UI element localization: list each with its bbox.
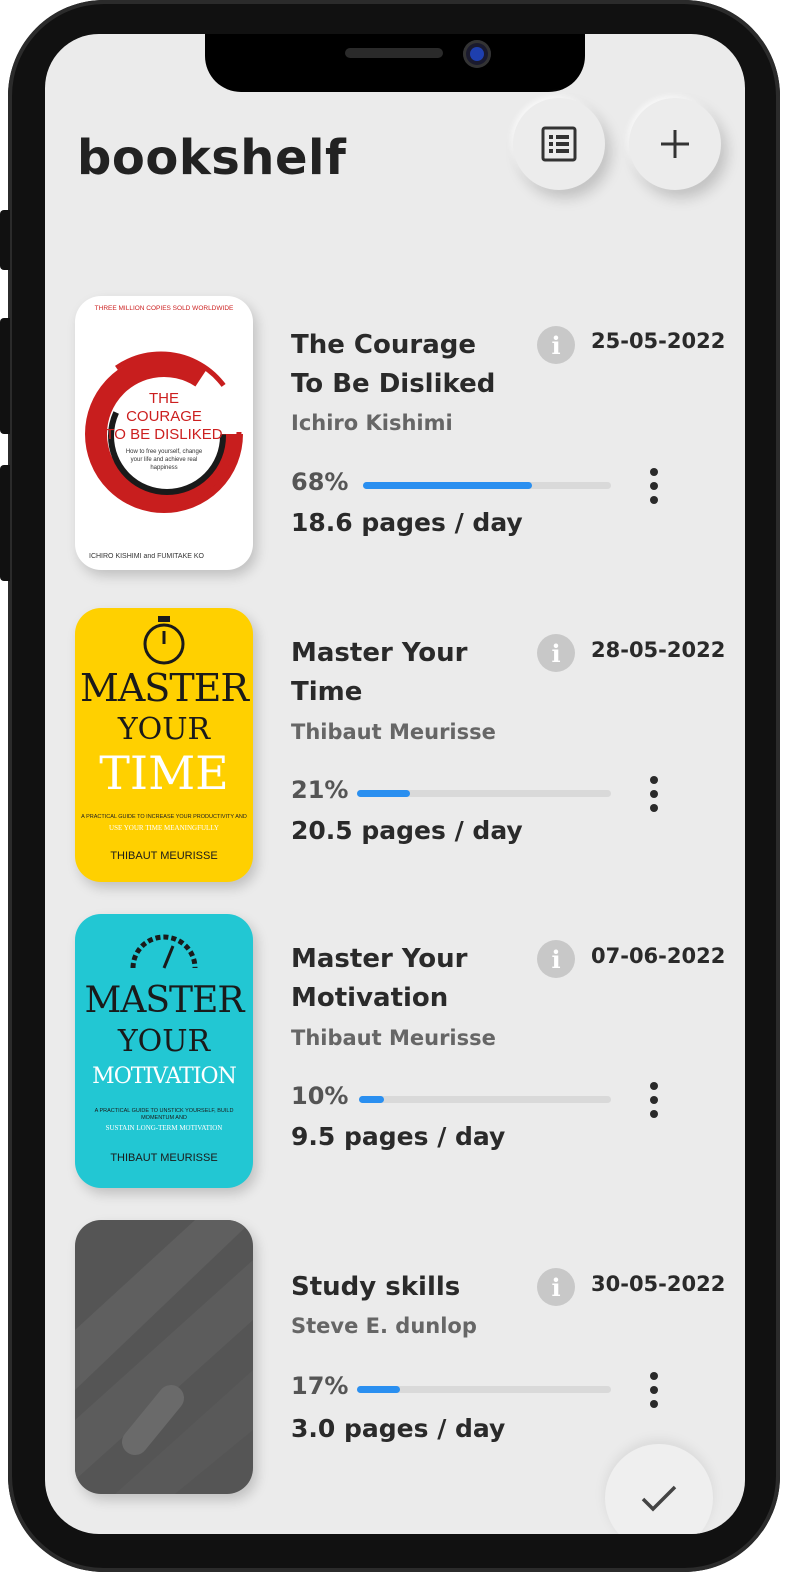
progress-percent: 68% (291, 468, 349, 496)
progress-percent: 21% (291, 776, 349, 804)
cover-title-line: YOUR (117, 712, 211, 747)
speaker (345, 48, 443, 58)
notch (205, 34, 585, 92)
cover-subtitle: USE YOUR TIME MEANINGFULLY (109, 824, 219, 832)
mute-switch (0, 210, 10, 270)
book-title-line: Study skills (291, 1272, 461, 1302)
book-title: Master Your Time (291, 634, 531, 712)
book-author: Ichiro Kishimi (291, 411, 453, 435)
progress-bar (359, 1096, 611, 1103)
book-title-line: The Courage (291, 330, 476, 360)
book-cover-placeholder[interactable] (75, 1220, 253, 1494)
cover-title-line: TIME (99, 746, 229, 800)
cover-title-line: MOTIVATION (92, 1064, 237, 1089)
book-author: Steve E. dunlop (291, 1314, 477, 1338)
speedometer-icon (130, 934, 198, 969)
reading-rate: 18.6 pages / day (291, 508, 523, 537)
book-author: Thibaut Meurisse (291, 720, 496, 744)
book-title-line: Time (291, 677, 363, 707)
add-book-button[interactable] (629, 98, 721, 190)
cover-title-line: MASTER (84, 980, 245, 1021)
book-title: The Courage To Be Disliked (291, 326, 531, 404)
progress-fill (357, 1386, 401, 1393)
more-options-icon[interactable] (645, 1372, 665, 1408)
book-card[interactable]: THREE MILLION COPIES SOLD WORLDWIDE THE … (45, 296, 745, 576)
check-icon (641, 1485, 677, 1512)
cover-title-line: THE (149, 390, 179, 407)
progress-percent: 10% (291, 1082, 349, 1110)
book-card[interactable]: MASTER YOUR TIME A PRACTICAL GUIDE TO IN… (45, 608, 745, 888)
book-date: 07-06-2022 (591, 944, 726, 968)
book-author: Thibaut Meurisse (291, 1026, 496, 1050)
cover-top-text: THREE MILLION COPIES SOLD WORLDWIDE (94, 305, 234, 312)
cover-title-line: TO BE DISLIKED (105, 426, 223, 443)
info-icon[interactable]: i (537, 634, 575, 672)
reading-rate: 3.0 pages / day (291, 1414, 506, 1443)
reading-rate: 9.5 pages / day (291, 1122, 506, 1151)
book-title: Study skills (291, 1268, 531, 1307)
progress-fill (357, 790, 411, 797)
cover-author: THIBAUT MEURISSE (110, 850, 218, 862)
plus-icon (661, 130, 689, 158)
info-icon[interactable]: i (537, 326, 575, 364)
book-cover[interactable]: MASTER YOUR MOTIVATION A PRACTICAL GUIDE… (75, 914, 253, 1188)
more-options-icon[interactable] (645, 468, 665, 504)
cover-title-block: THE COURAGE TO BE DISLIKED (75, 390, 253, 444)
reading-rate: 20.5 pages / day (291, 816, 523, 845)
book-title-line: Master Your (291, 944, 468, 974)
more-options-icon[interactable] (645, 776, 665, 812)
book-date: 25-05-2022 (591, 329, 726, 353)
cover-title-line: MASTER (79, 666, 249, 710)
progress-bar (363, 482, 611, 489)
progress-bar (357, 1386, 611, 1393)
book-title-line: Motivation (291, 983, 449, 1013)
book-date: 30-05-2022 (591, 1272, 726, 1296)
list-view-icon (541, 126, 577, 162)
info-icon[interactable]: i (537, 1268, 575, 1306)
info-icon[interactable]: i (537, 940, 575, 978)
more-options-icon[interactable] (645, 1082, 665, 1118)
cover-author: THIBAUT MEURISSE (110, 1152, 218, 1164)
cover-authors: ICHIRO KISHIMI and FUMITAKE KO (89, 553, 205, 560)
book-cover[interactable]: THREE MILLION COPIES SOLD WORLDWIDE THE … (75, 296, 253, 570)
book-title-line: To Be Disliked (291, 369, 496, 399)
volume-up-button (0, 318, 10, 434)
volume-down-button (0, 465, 10, 581)
list-view-button[interactable] (513, 98, 605, 190)
progress-fill (363, 482, 532, 489)
app-screen: bookshelf THREE MILLION COPIES SOLD WORL… (45, 34, 745, 1534)
app-title: bookshelf (77, 130, 347, 186)
cover-title-line: COURAGE (126, 408, 202, 425)
book-cover[interactable]: MASTER YOUR TIME A PRACTICAL GUIDE TO IN… (75, 608, 253, 882)
cover-subtitle: A PRACTICAL GUIDE TO UNSTICK YOURSELF, B… (94, 1108, 234, 1121)
front-camera (463, 40, 491, 68)
book-card[interactable]: MASTER YOUR MOTIVATION A PRACTICAL GUIDE… (45, 914, 745, 1194)
placeholder-cover-pattern (75, 1220, 253, 1494)
cover-subtitle: SUSTAIN LONG-TERM MOTIVATION (105, 1124, 223, 1132)
book-title: Master Your Motivation (291, 940, 531, 1018)
book-title-line: Master Your (291, 638, 468, 668)
cover-subtitle: How to free yourself, change your life a… (125, 449, 203, 471)
progress-percent: 17% (291, 1372, 349, 1400)
progress-fill (359, 1096, 385, 1103)
cover-subtitle: A PRACTICAL GUIDE TO INCREASE YOUR PRODU… (81, 814, 247, 820)
book-date: 28-05-2022 (591, 638, 726, 662)
cover-title-line: YOUR (117, 1024, 211, 1059)
progress-bar (357, 790, 611, 797)
